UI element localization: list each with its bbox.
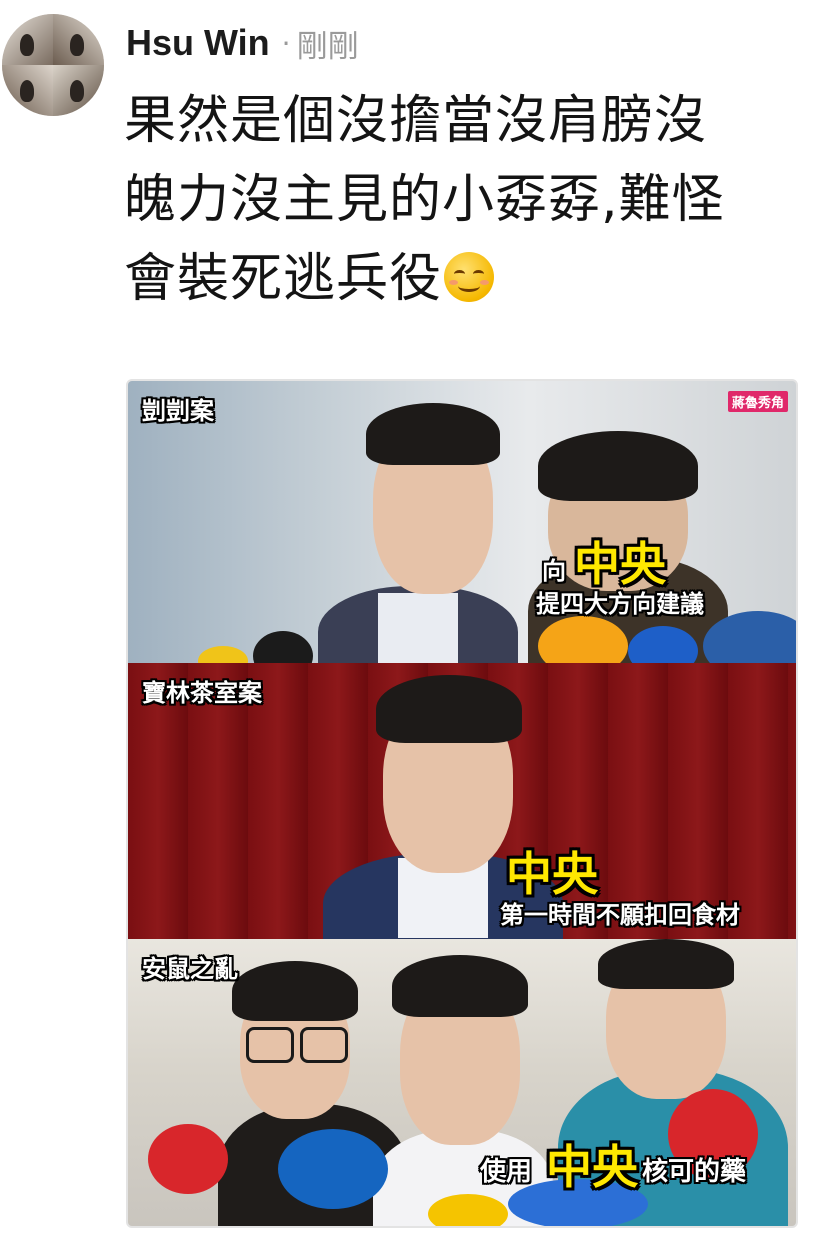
glasses xyxy=(246,1027,294,1063)
person-background-hair xyxy=(538,431,698,501)
meme-panel-1: 剴剴案 蔣魯秀角 向 中央 提四大方向建議 xyxy=(128,381,796,663)
caption-text: 第一時間不願扣回食材 xyxy=(500,901,740,929)
person-hair xyxy=(366,403,500,465)
caption-text: 提四大方向建議 xyxy=(536,590,704,618)
caption-suffix: 核可的藥 xyxy=(642,1157,747,1187)
caption-prefix: 向 xyxy=(542,557,566,585)
author-name[interactable]: Hsu Win xyxy=(126,22,270,64)
microphone xyxy=(278,1129,388,1209)
post-text-line: 魄力沒主見的小孬孬,難怪 xyxy=(124,170,725,230)
header-separator: · xyxy=(281,26,291,60)
case-label: 剴剴案 xyxy=(142,397,214,425)
caption-highlight: 中央 xyxy=(546,1140,638,1194)
meme-panel-2: 寶林茶室案 中央 第一時間不願扣回食材 xyxy=(128,663,796,939)
person-center-hair xyxy=(392,955,528,1017)
person-left-hair xyxy=(232,961,358,1021)
post-text-line-3: 會裝死逃兵役 xyxy=(124,249,443,309)
person-hair xyxy=(376,675,522,743)
microphone xyxy=(148,1124,228,1194)
avatar-figure xyxy=(70,34,84,56)
caption-highlight: 中央 xyxy=(506,847,598,901)
post-body: 果然是個沒擔當沒肩膀沒 魄力沒主見的小孬孬,難怪 會裝死逃兵役 xyxy=(124,82,784,319)
microphone xyxy=(253,631,313,663)
avatar-figure xyxy=(20,80,34,102)
post-timestamp: 剛剛 xyxy=(296,28,359,65)
meme-image[interactable]: 剴剴案 蔣魯秀角 向 中央 提四大方向建議 寶林茶室案 中央 第一時間不願扣回食… xyxy=(126,379,798,1228)
relieved-face-icon xyxy=(444,252,495,302)
microphone xyxy=(198,646,248,663)
avatar-figure xyxy=(70,80,84,102)
caption-prefix: 使用 xyxy=(480,1157,533,1187)
case-label: 寶林茶室案 xyxy=(142,679,262,707)
watermark: 蔣魯秀角 xyxy=(727,391,788,412)
shirt-collar xyxy=(378,593,458,663)
caption-highlight: 中央 xyxy=(574,537,666,591)
avatar[interactable] xyxy=(2,14,104,116)
microphone xyxy=(428,1194,508,1226)
post-header: Hsu Win · 剛剛 xyxy=(126,18,359,68)
avatar-figure xyxy=(20,34,34,56)
post-text-line: 果然是個沒擔當沒肩膀沒 xyxy=(124,91,708,151)
post-text-line: 會裝死逃兵役 xyxy=(124,240,784,319)
person-right-hair xyxy=(598,939,734,989)
meme-panel-3: 安鼠之亂 使用 中央 核可的藥 xyxy=(128,939,796,1226)
glasses xyxy=(300,1027,348,1063)
case-label: 安鼠之亂 xyxy=(142,955,238,983)
